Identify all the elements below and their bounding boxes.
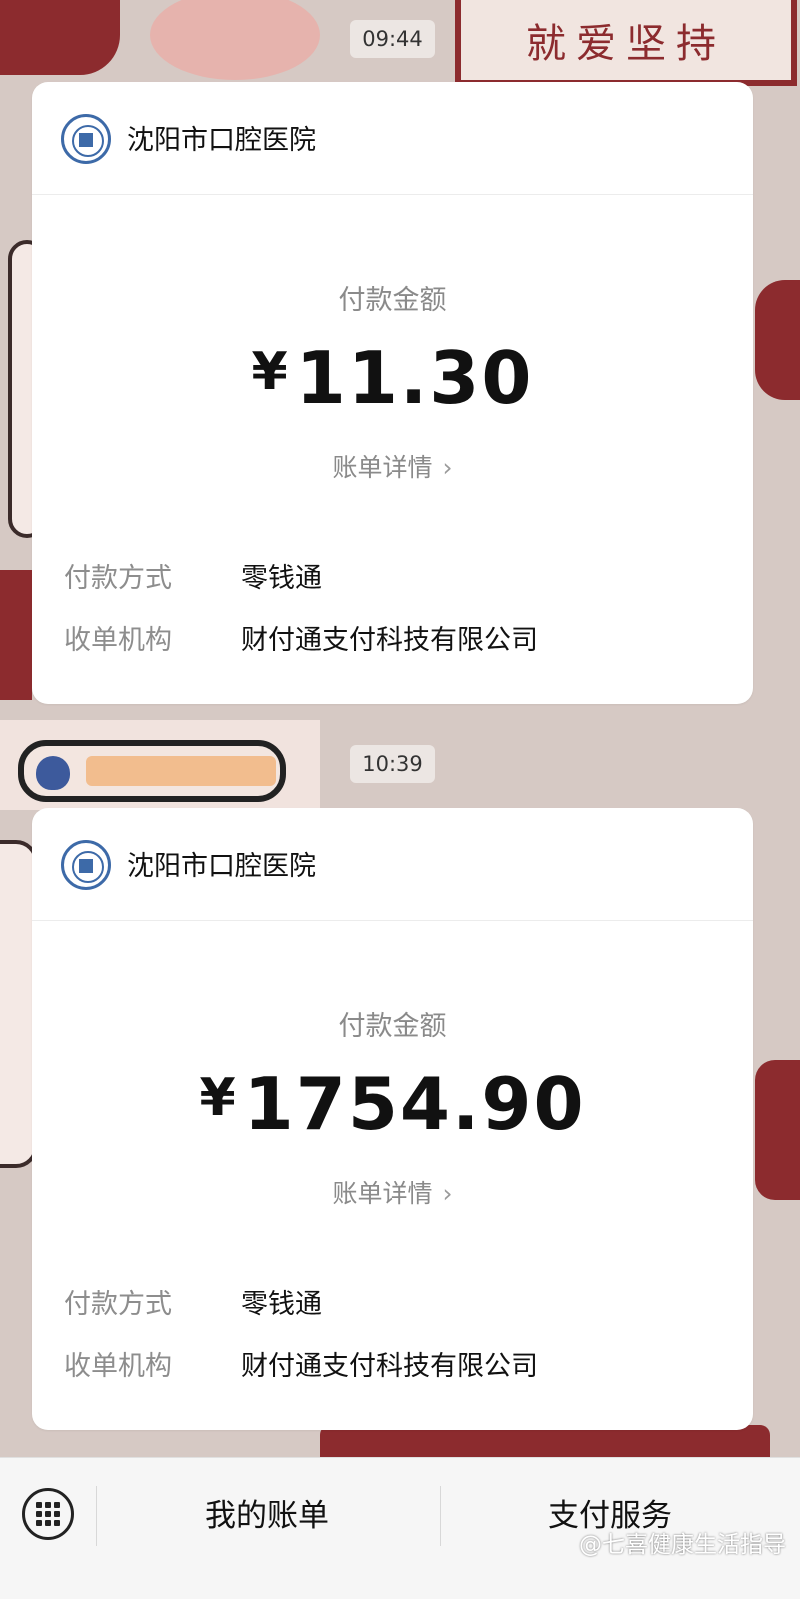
currency-symbol: ¥ — [199, 1068, 238, 1128]
payment-method-row: 付款方式 零钱通 — [64, 1282, 322, 1321]
row-value: 零钱通 — [241, 563, 322, 594]
acquirer-row: 收单机构 财付通支付科技有限公司 — [64, 1344, 538, 1383]
hospital-logo-icon — [61, 114, 111, 164]
wallpaper-banner: 就爱坚持 — [455, 0, 797, 86]
wallpaper-decoration — [755, 280, 800, 400]
wallpaper-decoration — [0, 570, 32, 700]
message-timestamp: 09:44 — [350, 20, 435, 58]
bill-details-link[interactable]: 账单详情 › — [32, 1174, 753, 1210]
payment-card[interactable]: 沈阳市口腔医院 付款金额 ¥1754.90 账单详情 › 付款方式 零钱通 收单机构… — [32, 808, 753, 1430]
keyboard-icon[interactable] — [22, 1488, 74, 1540]
merchant-name: 沈阳市口腔医院 — [127, 851, 316, 882]
chevron-right-icon: › — [442, 1179, 453, 1208]
currency-symbol: ¥ — [251, 342, 290, 402]
chevron-right-icon: › — [442, 453, 453, 482]
acquirer-row: 收单机构 财付通支付科技有限公司 — [64, 618, 538, 657]
row-value: 财付通支付科技有限公司 — [241, 1351, 538, 1382]
payment-method-row: 付款方式 零钱通 — [64, 556, 322, 595]
row-key: 付款方式 — [64, 1289, 172, 1320]
hospital-logo-icon — [61, 840, 111, 890]
bill-details-label: 账单详情 — [332, 1179, 433, 1208]
card-header[interactable]: 沈阳市口腔医院 — [32, 808, 753, 921]
menu-divider — [96, 1486, 97, 1546]
row-value: 零钱通 — [241, 1289, 322, 1320]
payment-amount: ¥1754.90 — [32, 1062, 753, 1146]
watermark-text: @七喜健康生活指导 — [579, 1532, 786, 1558]
bill-details-label: 账单详情 — [332, 453, 433, 482]
card-header[interactable]: 沈阳市口腔医院 — [32, 82, 753, 195]
wallpaper-decoration — [0, 0, 120, 75]
wallpaper-decoration — [755, 1060, 800, 1200]
row-key: 付款方式 — [64, 563, 172, 594]
heart-icon — [36, 756, 70, 790]
message-timestamp: 10:39 — [350, 745, 435, 783]
payment-amount: ¥11.30 — [32, 336, 753, 420]
wallpaper-bar-fill — [86, 756, 276, 786]
bill-details-link[interactable]: 账单详情 › — [32, 448, 753, 484]
payment-card[interactable]: 沈阳市口腔医院 付款金额 ¥11.30 账单详情 › 付款方式 零钱通 收单机构 财付… — [32, 82, 753, 704]
row-key: 收单机构 — [64, 1351, 172, 1382]
amount-label: 付款金额 — [338, 285, 447, 316]
amount-value: 1754.90 — [243, 1062, 586, 1146]
wallpaper-text: 就爱坚持 — [526, 21, 726, 67]
row-value: 财付通支付科技有限公司 — [241, 625, 538, 656]
menu-divider — [440, 1486, 441, 1546]
row-key: 收单机构 — [64, 625, 172, 656]
amount-label: 付款金额 — [338, 1011, 447, 1042]
wallpaper-heart-bar — [18, 740, 286, 802]
amount-value: 11.30 — [295, 336, 534, 420]
wallpaper-decoration — [150, 0, 320, 80]
merchant-name: 沈阳市口腔医院 — [127, 125, 316, 156]
my-bills-menu[interactable]: 我的账单 — [205, 1490, 329, 1535]
